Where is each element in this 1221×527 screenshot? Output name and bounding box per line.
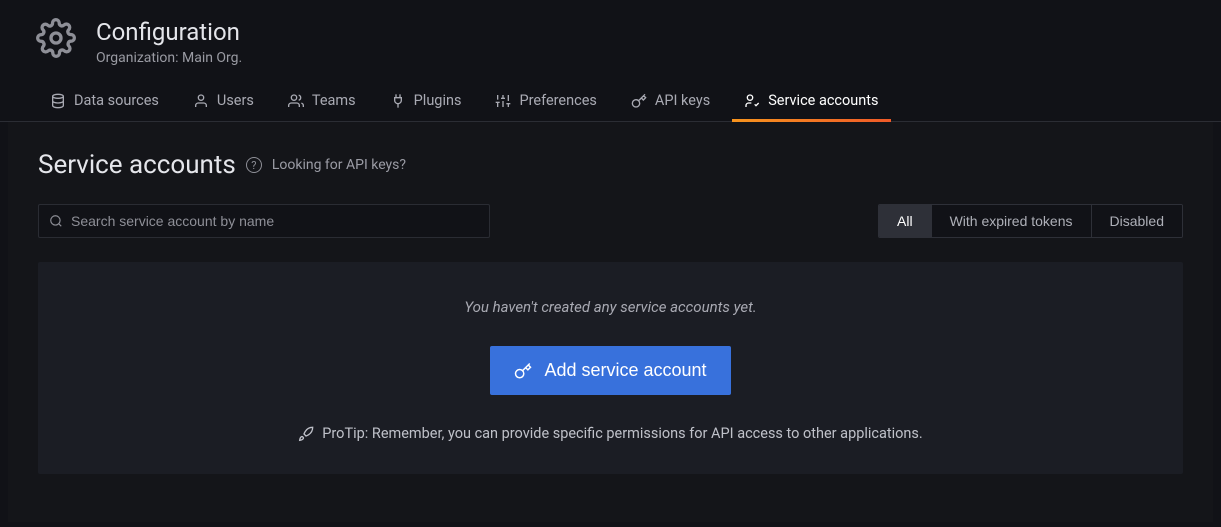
tab-label: Service accounts [768,92,878,109]
search-box[interactable] [38,204,490,238]
tab-teams[interactable]: Teams [288,92,356,121]
database-icon [50,93,66,109]
user-icon [193,93,209,109]
config-tabs: Data sources Users Teams Plugins Prefere… [0,74,1221,122]
filter-disabled[interactable]: Disabled [1091,205,1182,237]
search-icon [49,214,63,228]
protip-text: ProTip: Remember, you can provide specif… [322,425,922,442]
tab-label: Users [217,92,254,109]
tab-label: Plugins [414,92,462,109]
key-icon [631,93,647,109]
tab-label: Teams [312,92,356,109]
cta-label: Add service account [544,360,706,381]
add-service-account-button[interactable]: Add service account [490,346,730,395]
filter-group: All With expired tokens Disabled [878,204,1183,238]
tab-label: Preferences [519,92,596,109]
tab-label: API keys [655,92,710,109]
api-keys-hint-link[interactable]: Looking for API keys? [272,157,406,173]
empty-message: You haven't created any service accounts… [62,298,1159,316]
tab-service-accounts[interactable]: Service accounts [744,92,878,121]
section-title: Service accounts [38,150,236,180]
tab-api-keys[interactable]: API keys [631,92,710,121]
rocket-icon [298,426,314,442]
tab-plugins[interactable]: Plugins [390,92,462,121]
tab-preferences[interactable]: Preferences [495,92,596,121]
service-account-icon [744,93,760,109]
page-subtitle: Organization: Main Org. [96,50,242,66]
key-icon [514,362,532,380]
search-input[interactable] [71,213,479,229]
tab-users[interactable]: Users [193,92,254,121]
empty-state-panel: You haven't created any service accounts… [38,262,1183,474]
plug-icon [390,93,406,109]
gear-icon [36,18,76,62]
tab-label: Data sources [74,92,159,109]
tab-data-sources[interactable]: Data sources [50,92,159,121]
filter-expired[interactable]: With expired tokens [931,205,1091,237]
filter-all[interactable]: All [879,205,931,237]
page-title: Configuration [96,18,242,46]
info-icon: ? [246,157,262,173]
sliders-icon [495,93,511,109]
team-icon [288,93,304,109]
